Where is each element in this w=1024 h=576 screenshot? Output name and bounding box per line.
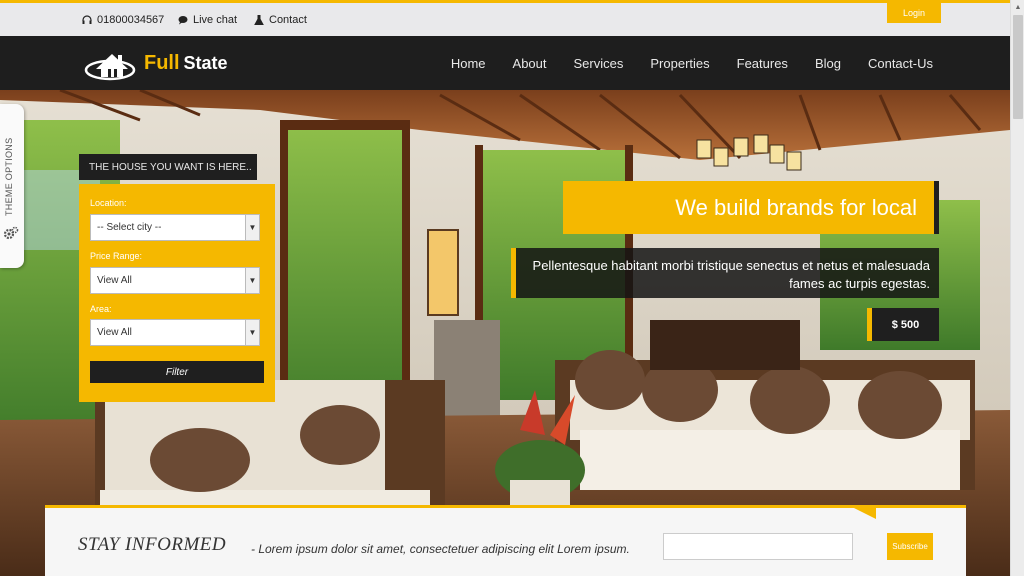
chevron-down-icon: ▼ (245, 320, 259, 345)
location-label: Location: (90, 198, 127, 208)
gears-icon (3, 226, 19, 240)
newsletter-bar: STAY INFORMED - Lorem ipsum dolor sit am… (45, 505, 966, 576)
nav-properties[interactable]: Properties (650, 56, 709, 71)
chevron-down-icon: ▼ (245, 215, 259, 240)
subscribe-button[interactable]: Subscribe (887, 533, 933, 560)
theme-options-tab[interactable]: THEME OPTIONS (0, 104, 24, 268)
price-range-select-value: View All (97, 275, 132, 286)
flask-icon (254, 15, 264, 25)
logo-state: State (183, 52, 228, 73)
newsletter-title: STAY INFORMED (78, 534, 227, 555)
scroll-up-arrow-icon[interactable]: ▲ (1011, 0, 1024, 14)
area-select-value: View All (97, 327, 132, 338)
contact-link[interactable]: Contact (254, 14, 307, 26)
page-scrollbar[interactable]: ▲ (1010, 0, 1024, 576)
nav-blog[interactable]: Blog (815, 56, 841, 71)
nav-contact-us[interactable]: Contact-Us (868, 56, 933, 71)
nav-home[interactable]: Home (451, 56, 486, 71)
price-tag[interactable]: $ 500 (867, 308, 939, 341)
newsletter-email-input[interactable] (663, 533, 853, 560)
nav-services[interactable]: Services (574, 56, 624, 71)
headset-icon (82, 15, 92, 24)
filter-button[interactable]: Filter (90, 361, 264, 383)
location-select[interactable]: -- Select city -- ▼ (90, 214, 260, 241)
top-bar: 01800034567 Live chat Contact Login (0, 0, 1010, 36)
property-search-form: Location: -- Select city -- ▼ Price Rang… (79, 184, 275, 402)
phone-info[interactable]: 01800034567 (82, 14, 164, 26)
phone-number: 01800034567 (97, 14, 165, 26)
newsletter-notch-decoration (848, 505, 876, 519)
location-select-value: -- Select city -- (97, 222, 162, 233)
newsletter-text: - Lorem ipsum dolor sit amet, consectetu… (251, 542, 630, 556)
logo-full: Full (144, 51, 180, 74)
search-heading: THE HOUSE YOU WANT IS HERE.. (79, 154, 257, 180)
nav-features[interactable]: Features (737, 56, 788, 71)
scroll-thumb[interactable] (1013, 15, 1023, 119)
contact-label: Contact (269, 14, 307, 26)
live-chat-label: Live chat (193, 14, 238, 26)
area-label: Area: (90, 304, 112, 314)
hero-headline: We build brands for local (563, 181, 939, 234)
price-range-label: Price Range: (90, 251, 143, 261)
nav-menu: Home About Services Properties Features … (451, 36, 933, 90)
area-select[interactable]: View All ▼ (90, 319, 260, 346)
login-button[interactable]: Login (887, 3, 941, 23)
hero-subtext: Pellentesque habitant morbi tristique se… (511, 248, 939, 298)
logo-text: Full State (144, 52, 228, 75)
house-logo-icon (84, 54, 136, 81)
price-range-select[interactable]: View All ▼ (90, 267, 260, 294)
theme-options-label: THEME OPTIONS (4, 137, 14, 216)
site-logo[interactable]: Full State (84, 45, 228, 81)
nav-about[interactable]: About (513, 56, 547, 71)
live-chat-link[interactable]: Live chat (178, 14, 237, 26)
main-navbar: Full State Home About Services Properties… (0, 36, 1010, 90)
chat-bubble-icon (178, 16, 188, 25)
chevron-down-icon: ▼ (245, 268, 259, 293)
